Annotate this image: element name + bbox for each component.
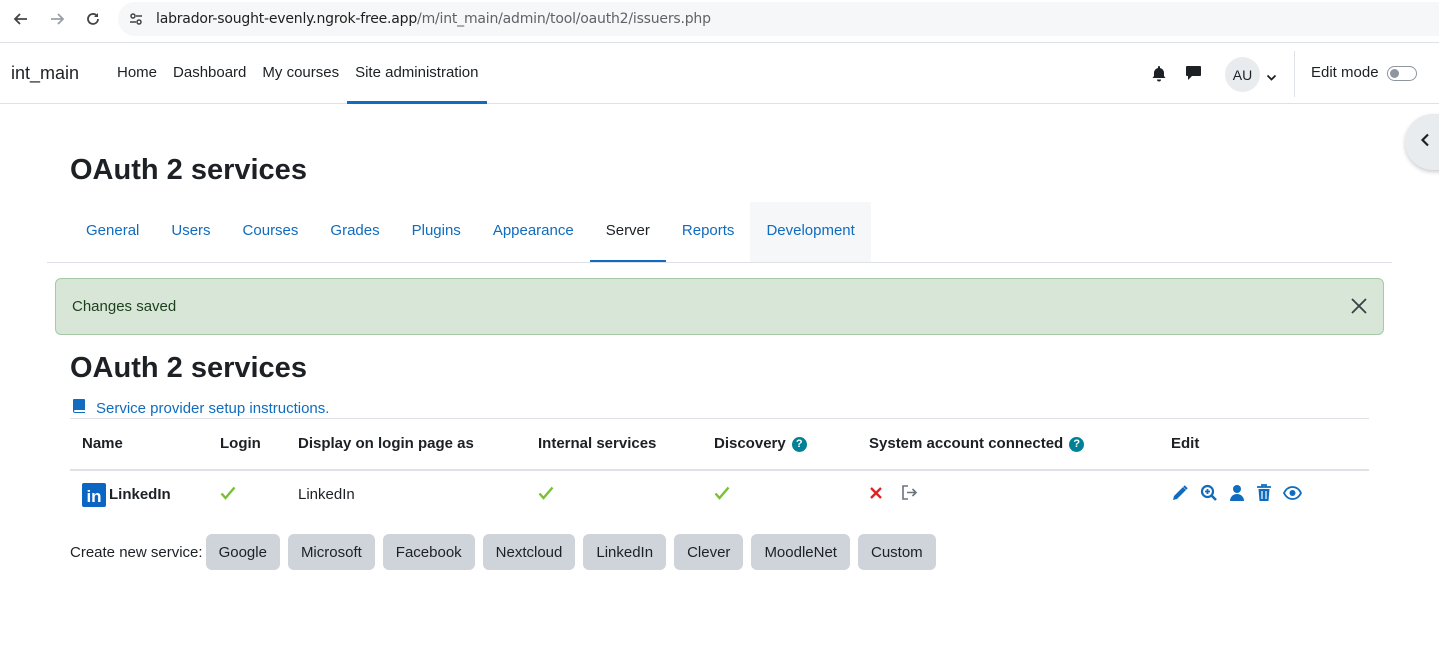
cell-login bbox=[208, 470, 286, 519]
cell-name: in LinkedIn bbox=[70, 470, 208, 519]
section-heading: OAuth 2 services bbox=[70, 352, 307, 384]
url-text: labrador-sought-evenly.ngrok-free.app/m/… bbox=[156, 11, 711, 27]
primary-navigation: Home Dashboard My courses Site administr… bbox=[109, 43, 487, 104]
url-path: /m/int_main/admin/tool/oauth2/issuers.ph… bbox=[417, 11, 711, 27]
notification-bell-icon[interactable] bbox=[1151, 65, 1167, 86]
setup-link-text: Service provider setup instructions. bbox=[96, 399, 330, 417]
configure-endpoints-icon[interactable] bbox=[1200, 484, 1218, 506]
col-edit-label: Edit bbox=[1171, 435, 1200, 453]
top-navbar: int_main Home Dashboard My courses Site … bbox=[0, 42, 1439, 104]
cross-icon bbox=[869, 487, 883, 504]
secondary-navigation: General Users Courses Grades Plugins App… bbox=[70, 202, 871, 263]
cell-internal bbox=[526, 470, 702, 519]
create-moodlenet-button[interactable]: MoodleNet bbox=[751, 534, 850, 570]
navbar-divider bbox=[1294, 51, 1295, 97]
tab-reports[interactable]: Reports bbox=[666, 202, 751, 263]
edit-pencil-icon[interactable] bbox=[1171, 484, 1189, 506]
chevron-down-icon[interactable] bbox=[1266, 69, 1277, 86]
cell-display: LinkedIn bbox=[286, 470, 526, 519]
tab-plugins[interactable]: Plugins bbox=[396, 202, 477, 263]
user-avatar[interactable]: AU bbox=[1225, 57, 1260, 92]
nav-home[interactable]: Home bbox=[109, 43, 165, 104]
site-settings-icon[interactable] bbox=[128, 11, 144, 31]
tab-grades[interactable]: Grades bbox=[314, 202, 395, 263]
tab-users[interactable]: Users bbox=[155, 202, 226, 263]
col-login-label: Login bbox=[220, 435, 261, 453]
col-discovery: Discovery? bbox=[702, 418, 857, 471]
open-block-drawer-button[interactable] bbox=[1405, 114, 1439, 170]
book-icon bbox=[72, 398, 86, 418]
user-field-mappings-icon[interactable] bbox=[1229, 484, 1245, 506]
setup-instructions-link[interactable]: Service provider setup instructions. bbox=[72, 398, 329, 418]
col-system-account-label: System account connected bbox=[869, 435, 1064, 453]
help-icon[interactable]: ? bbox=[1069, 436, 1085, 452]
messages-icon[interactable] bbox=[1185, 65, 1202, 85]
create-clever-button[interactable]: Clever bbox=[674, 534, 744, 570]
create-linkedin-button[interactable]: LinkedIn bbox=[583, 534, 667, 570]
address-bar[interactable]: labrador-sought-evenly.ngrok-free.app/m/… bbox=[118, 2, 1439, 36]
browser-toolbar: labrador-sought-evenly.ngrok-free.app/m/… bbox=[0, 0, 1439, 38]
create-nextcloud-button[interactable]: Nextcloud bbox=[482, 534, 576, 570]
close-icon[interactable] bbox=[1350, 297, 1368, 319]
tab-courses[interactable]: Courses bbox=[227, 202, 315, 263]
col-discovery-label: Discovery bbox=[714, 435, 786, 453]
check-icon bbox=[538, 486, 554, 504]
col-system-account: System account connected? bbox=[857, 418, 1159, 471]
linkedin-logo-icon: in bbox=[82, 482, 106, 507]
secondary-nav-divider bbox=[47, 262, 1392, 263]
reload-icon[interactable] bbox=[82, 8, 104, 30]
create-service-row: Create new service: Google Microsoft Fac… bbox=[70, 534, 944, 570]
create-microsoft-button[interactable]: Microsoft bbox=[287, 534, 375, 570]
tab-general[interactable]: General bbox=[70, 202, 155, 263]
nav-dashboard[interactable]: Dashboard bbox=[165, 43, 254, 104]
chevron-left-icon bbox=[1420, 133, 1430, 151]
col-display: Display on login page as bbox=[286, 418, 526, 471]
check-icon bbox=[714, 486, 730, 504]
eye-icon[interactable] bbox=[1282, 485, 1303, 504]
tab-server[interactable]: Server bbox=[589, 202, 667, 263]
success-alert: Changes saved bbox=[55, 278, 1384, 335]
tab-appearance[interactable]: Appearance bbox=[477, 202, 590, 263]
issuer-name: LinkedIn bbox=[109, 486, 171, 503]
nav-my-courses[interactable]: My courses bbox=[254, 43, 347, 104]
url-host: labrador-sought-evenly.ngrok-free.app bbox=[156, 11, 418, 27]
back-arrow-icon[interactable] bbox=[10, 8, 32, 30]
cell-system-account bbox=[857, 470, 1159, 519]
col-internal: Internal services bbox=[526, 418, 702, 471]
col-display-label: Display on login page as bbox=[298, 435, 474, 453]
edit-mode-toggle[interactable] bbox=[1387, 66, 1417, 81]
forward-arrow-icon[interactable] bbox=[46, 8, 68, 30]
edit-mode-label: Edit mode bbox=[1311, 64, 1379, 81]
display-name: LinkedIn bbox=[298, 486, 355, 503]
page-title: OAuth 2 services bbox=[70, 154, 307, 186]
col-login: Login bbox=[208, 418, 286, 471]
trash-icon[interactable] bbox=[1256, 483, 1272, 506]
create-service-label: Create new service: bbox=[70, 543, 203, 561]
nav-site-administration[interactable]: Site administration bbox=[347, 43, 487, 104]
create-custom-button[interactable]: Custom bbox=[857, 534, 936, 570]
issuers-table: Name Login Display on login page as Inte… bbox=[70, 418, 1369, 519]
create-google-button[interactable]: Google bbox=[205, 534, 280, 570]
col-edit: Edit bbox=[1159, 418, 1369, 471]
check-icon bbox=[220, 486, 236, 504]
create-facebook-button[interactable]: Facebook bbox=[382, 534, 475, 570]
col-name: Name bbox=[70, 418, 208, 471]
tab-development[interactable]: Development bbox=[750, 202, 871, 263]
cell-discovery bbox=[702, 470, 857, 519]
site-brand[interactable]: int_main bbox=[11, 63, 79, 84]
table-row: in LinkedIn LinkedIn bbox=[70, 470, 1369, 519]
alert-message: Changes saved bbox=[72, 298, 177, 315]
table-header-row: Name Login Display on login page as Inte… bbox=[70, 418, 1369, 471]
cell-edit bbox=[1159, 470, 1369, 519]
col-internal-label: Internal services bbox=[538, 435, 657, 453]
col-name-label: Name bbox=[82, 435, 123, 453]
help-icon[interactable]: ? bbox=[791, 436, 807, 452]
connect-system-account-icon[interactable] bbox=[901, 485, 918, 504]
